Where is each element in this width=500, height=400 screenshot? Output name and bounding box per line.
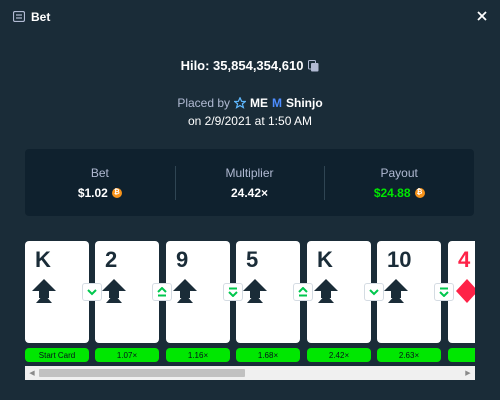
multiplier-pill: Start Card [25, 348, 89, 362]
card-rank: K [317, 247, 333, 272]
card-rank: 5 [246, 247, 259, 272]
card: 10 [377, 241, 441, 343]
chevron-down-icon [228, 287, 238, 297]
modal-title: Bet [31, 10, 51, 24]
copy-icon[interactable] [308, 59, 319, 72]
card-rank: 4 [458, 247, 471, 272]
spade-icon [173, 279, 197, 303]
stat-payout: Payout $24.88 ₿ [324, 149, 474, 216]
bet-modal: Bet Hilo: 35,854,354,610 Placed by ME M … [0, 0, 500, 400]
spade-icon [384, 279, 408, 303]
vip-star-icon [234, 97, 247, 109]
chevron-down-icon [439, 287, 449, 297]
game-id: Hilo: 35,854,354,610 [180, 58, 304, 73]
multiplier-pill: 2.63× [377, 348, 441, 362]
close-icon [477, 11, 487, 21]
spade-icon [32, 279, 56, 303]
close-button[interactable] [474, 8, 490, 24]
bitcoin-icon: ₿ [111, 187, 122, 198]
card: 9 [166, 241, 230, 343]
placed-by-label: Placed by [177, 96, 231, 110]
m-badge: M [272, 96, 283, 110]
spade-icon [102, 279, 126, 303]
lower-indicator [223, 283, 243, 301]
card-rank: K [35, 247, 51, 272]
user-link[interactable]: ME M Shinjo [234, 96, 323, 110]
card: 5 [236, 241, 300, 343]
stat-multiplier: Multiplier 24.42× [174, 149, 325, 216]
receipt-icon [13, 11, 25, 22]
modal-header: Bet [0, 0, 500, 34]
placed-by-row: Placed by ME M Shinjo [0, 96, 500, 110]
stat-bet: Bet $1.02 ₿ [25, 149, 175, 216]
diamond-icon [456, 279, 475, 303]
card-rank: 10 [387, 247, 412, 272]
bet-value: $1.02 [77, 185, 108, 200]
bet-date: on 2/9/2021 at 1:50 AM [187, 114, 313, 128]
multiplier-label: Multiplier [225, 165, 274, 180]
card-rank: 2 [105, 247, 118, 272]
game-id-row: Hilo: 35,854,354,610 [0, 58, 500, 73]
card: K [307, 241, 371, 343]
higher-indicator [152, 283, 172, 301]
chevron-up-icon [298, 287, 308, 297]
bitcoin-icon: ₿ [414, 187, 425, 198]
higher-indicator [293, 283, 313, 301]
multiplier-pill: 3 [448, 348, 475, 362]
multiplier-pill: 1.68× [236, 348, 300, 362]
multiplier-pill: 2.42× [307, 348, 371, 362]
lower-indicator [434, 283, 454, 301]
bet-label: Bet [90, 165, 109, 180]
scroll-right-icon[interactable]: ▶ [461, 366, 475, 380]
spade-icon [243, 279, 267, 303]
bet-value-row: $1.02 ₿ [78, 186, 122, 200]
bet-stats-panel: Bet $1.02 ₿ Multiplier 24.42× Payout $24… [25, 149, 474, 216]
multiplier-pill: 1.16× [166, 348, 230, 362]
card-history-strip[interactable]: K Start Card 2 1.07× 9 1.16× 5 1.68× K 2… [25, 237, 475, 365]
card: K [25, 241, 89, 343]
horizontal-scrollbar[interactable]: ◀ ▶ [25, 366, 475, 380]
lower-indicator [364, 283, 384, 301]
card-rank: 9 [176, 247, 189, 272]
chevron-down-icon [87, 288, 97, 295]
username: ME [250, 96, 269, 110]
multiplier-pill: 1.07× [95, 348, 159, 362]
payout-value-row: $24.88 ₿ [374, 186, 425, 200]
lower-indicator [82, 283, 102, 301]
chevron-down-icon [369, 288, 379, 295]
spade-icon [314, 279, 338, 303]
scroll-left-icon[interactable]: ◀ [25, 366, 39, 380]
scrollbar-thumb[interactable] [39, 369, 245, 377]
payout-value: $24.88 [373, 185, 411, 200]
multiplier-value: 24.42× [230, 185, 269, 200]
chevron-up-icon [157, 287, 167, 297]
payout-label: Payout [380, 165, 418, 180]
card: 2 [95, 241, 159, 343]
user-display-name: Shinjo [286, 96, 323, 110]
